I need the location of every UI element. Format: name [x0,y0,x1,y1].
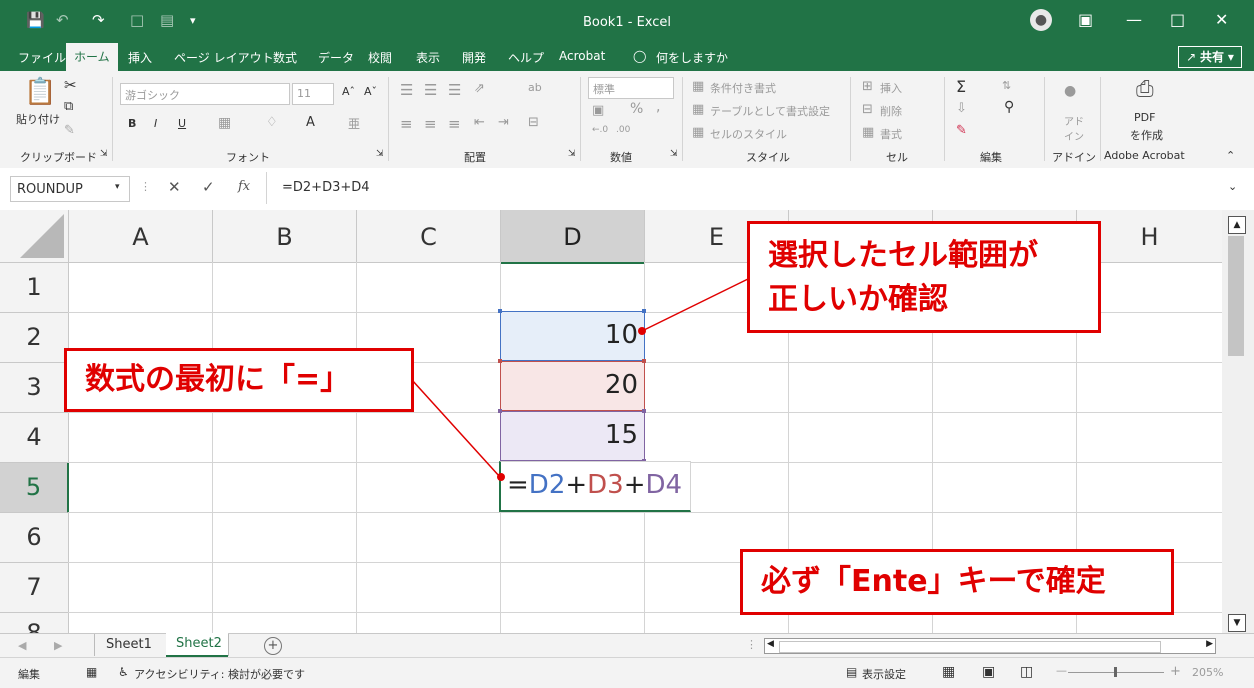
connector-left-dot [497,473,505,481]
connector-top-dot [638,327,646,335]
connector-left [411,379,501,478]
callout-check-range-line1: 選択したセル範囲が [768,238,1038,273]
callout-check-range-line2: 正しいか確認 [768,282,948,317]
callout-check-range: 選択したセル範囲が 正しいか確認 [747,221,1101,333]
callout-equals-first: 数式の最初に「=」 [64,348,414,412]
connector-top [641,277,751,332]
callout-press-enter: 必ず「Ente」キーで確定 [740,549,1174,615]
